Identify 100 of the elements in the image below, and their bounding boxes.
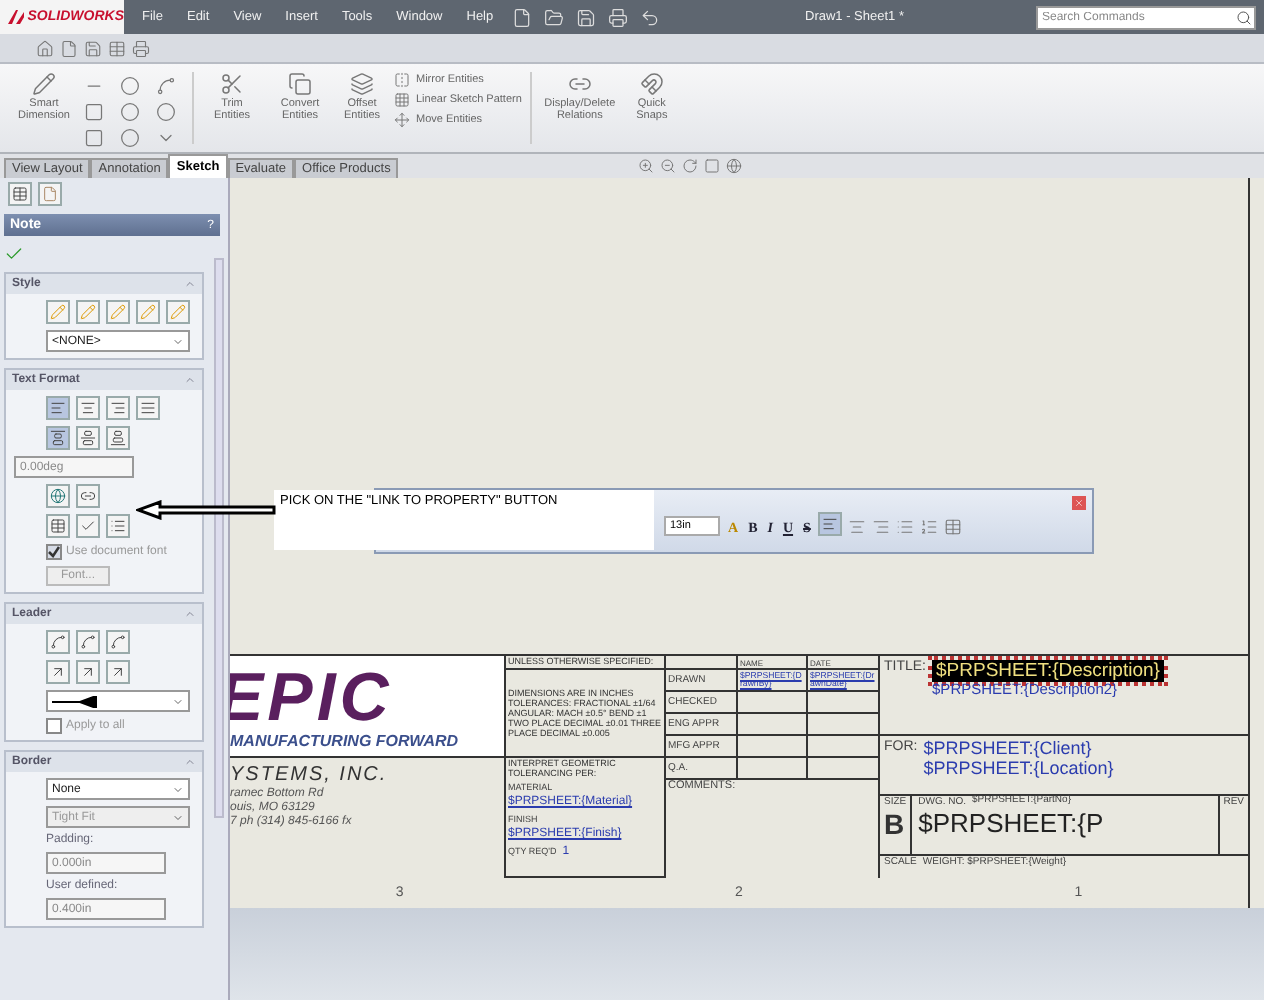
zoom-out-icon[interactable] bbox=[660, 158, 677, 174]
panel-tab[interactable] bbox=[38, 182, 62, 206]
style-button[interactable] bbox=[106, 300, 130, 324]
close-button[interactable] bbox=[1072, 496, 1086, 510]
pencil-icon bbox=[50, 304, 66, 320]
view-icon[interactable] bbox=[704, 158, 721, 174]
tool-icon bbox=[350, 72, 374, 96]
dropdown-icon bbox=[172, 335, 184, 347]
leader-button[interactable] bbox=[106, 660, 130, 684]
circle-icon[interactable] bbox=[120, 102, 140, 122]
tool-icon bbox=[220, 72, 244, 96]
pencil-icon bbox=[170, 304, 186, 320]
align-bottom-button[interactable] bbox=[106, 426, 130, 450]
sheet-size: B bbox=[884, 808, 907, 840]
ok-icon[interactable] bbox=[4, 244, 24, 264]
scrollbar[interactable] bbox=[214, 258, 224, 818]
align-right-icon[interactable] bbox=[872, 518, 891, 536]
align-right-icon bbox=[110, 400, 126, 416]
align-top-button[interactable] bbox=[46, 426, 70, 450]
list-icon bbox=[110, 518, 126, 534]
spline-icon[interactable] bbox=[156, 76, 176, 96]
leader-icon bbox=[110, 664, 126, 680]
circle-icon[interactable] bbox=[120, 128, 140, 148]
leader-icon bbox=[80, 634, 96, 650]
title-property[interactable]: $PRPSHEET:{Description} bbox=[932, 660, 1164, 682]
table-icon bbox=[50, 518, 66, 534]
align-left-button[interactable] bbox=[818, 512, 843, 536]
dropdown-icon bbox=[172, 783, 184, 795]
arrow-icon bbox=[136, 500, 276, 520]
table-icon bbox=[12, 186, 28, 202]
part-number-property: $PRPSHEET:{P bbox=[918, 808, 1106, 838]
tool-icon bbox=[567, 72, 592, 96]
leader-icon bbox=[80, 664, 96, 680]
client-property: $PRPSHEET:{Client} bbox=[923, 740, 1094, 760]
align-middle-button[interactable] bbox=[76, 426, 100, 450]
leader-icon bbox=[50, 664, 66, 680]
new-file-icon[interactable] bbox=[511, 7, 532, 27]
search-icon[interactable] bbox=[1236, 9, 1252, 25]
circle-icon[interactable] bbox=[120, 76, 140, 96]
leader-icon bbox=[110, 634, 126, 650]
undo-icon[interactable] bbox=[639, 7, 660, 27]
company-name: YSTEMS, INC. bbox=[230, 764, 390, 786]
style-button[interactable] bbox=[166, 300, 190, 324]
leader-button[interactable] bbox=[76, 660, 100, 684]
hole-callout-button[interactable] bbox=[106, 514, 130, 538]
tool-icon bbox=[639, 72, 664, 96]
document-icon[interactable] bbox=[60, 39, 78, 57]
leader-button[interactable] bbox=[46, 630, 70, 654]
home-icon[interactable] bbox=[36, 39, 54, 57]
align-center-button[interactable] bbox=[76, 396, 100, 420]
style-button[interactable] bbox=[46, 300, 70, 324]
align-left-button[interactable] bbox=[46, 396, 70, 420]
leader-button[interactable] bbox=[76, 630, 100, 654]
hyperlink-button[interactable] bbox=[46, 484, 70, 508]
globe-icon bbox=[50, 488, 66, 504]
tool-icon bbox=[394, 72, 410, 88]
pencil-icon bbox=[140, 304, 156, 320]
table-icon[interactable] bbox=[944, 518, 963, 536]
numbered-list-icon[interactable] bbox=[920, 518, 939, 536]
table-icon[interactable] bbox=[108, 39, 126, 57]
panel-tab[interactable] bbox=[8, 182, 32, 206]
tool-icon bbox=[394, 112, 410, 128]
tool-icon bbox=[32, 72, 56, 96]
tool-icon bbox=[394, 92, 410, 108]
align-top-icon bbox=[50, 430, 66, 446]
leader-button[interactable] bbox=[46, 660, 70, 684]
dropdown-icon bbox=[172, 695, 184, 707]
location-property: $PRPSHEET:{Location} bbox=[923, 759, 1114, 780]
table-cell bbox=[808, 736, 880, 758]
tool-icon bbox=[288, 72, 312, 96]
circle-icon[interactable] bbox=[156, 102, 176, 122]
stack-button[interactable] bbox=[46, 514, 70, 538]
pencil-icon bbox=[80, 304, 96, 320]
dropdown-icon bbox=[172, 811, 184, 823]
list-icon[interactable] bbox=[896, 518, 915, 536]
print-icon[interactable] bbox=[607, 7, 628, 27]
justify-button[interactable] bbox=[136, 396, 160, 420]
justify-icon bbox=[140, 400, 156, 416]
globe-icon[interactable] bbox=[726, 158, 743, 174]
leader-button[interactable] bbox=[106, 630, 130, 654]
style-button[interactable] bbox=[136, 300, 160, 324]
align-left-icon bbox=[822, 516, 839, 532]
save-icon[interactable] bbox=[84, 39, 102, 57]
arrow-style-select[interactable] bbox=[46, 690, 190, 712]
print-icon[interactable] bbox=[132, 39, 150, 57]
check-icon bbox=[80, 518, 96, 534]
folder-icon[interactable] bbox=[543, 7, 564, 27]
style-button[interactable] bbox=[76, 300, 100, 324]
link-icon bbox=[80, 488, 96, 504]
link-to-property-button[interactable] bbox=[76, 484, 100, 508]
align-left-icon bbox=[50, 400, 66, 416]
zoom-in-icon[interactable] bbox=[638, 158, 655, 174]
check-symbol-button[interactable] bbox=[76, 514, 100, 538]
rotate-icon[interactable] bbox=[682, 158, 699, 174]
leader-icon bbox=[50, 634, 66, 650]
logo-icon bbox=[8, 9, 24, 25]
document-icon bbox=[42, 186, 58, 202]
align-center-icon[interactable] bbox=[848, 518, 867, 536]
pencil-icon bbox=[110, 304, 126, 320]
align-right-button[interactable] bbox=[106, 396, 130, 420]
